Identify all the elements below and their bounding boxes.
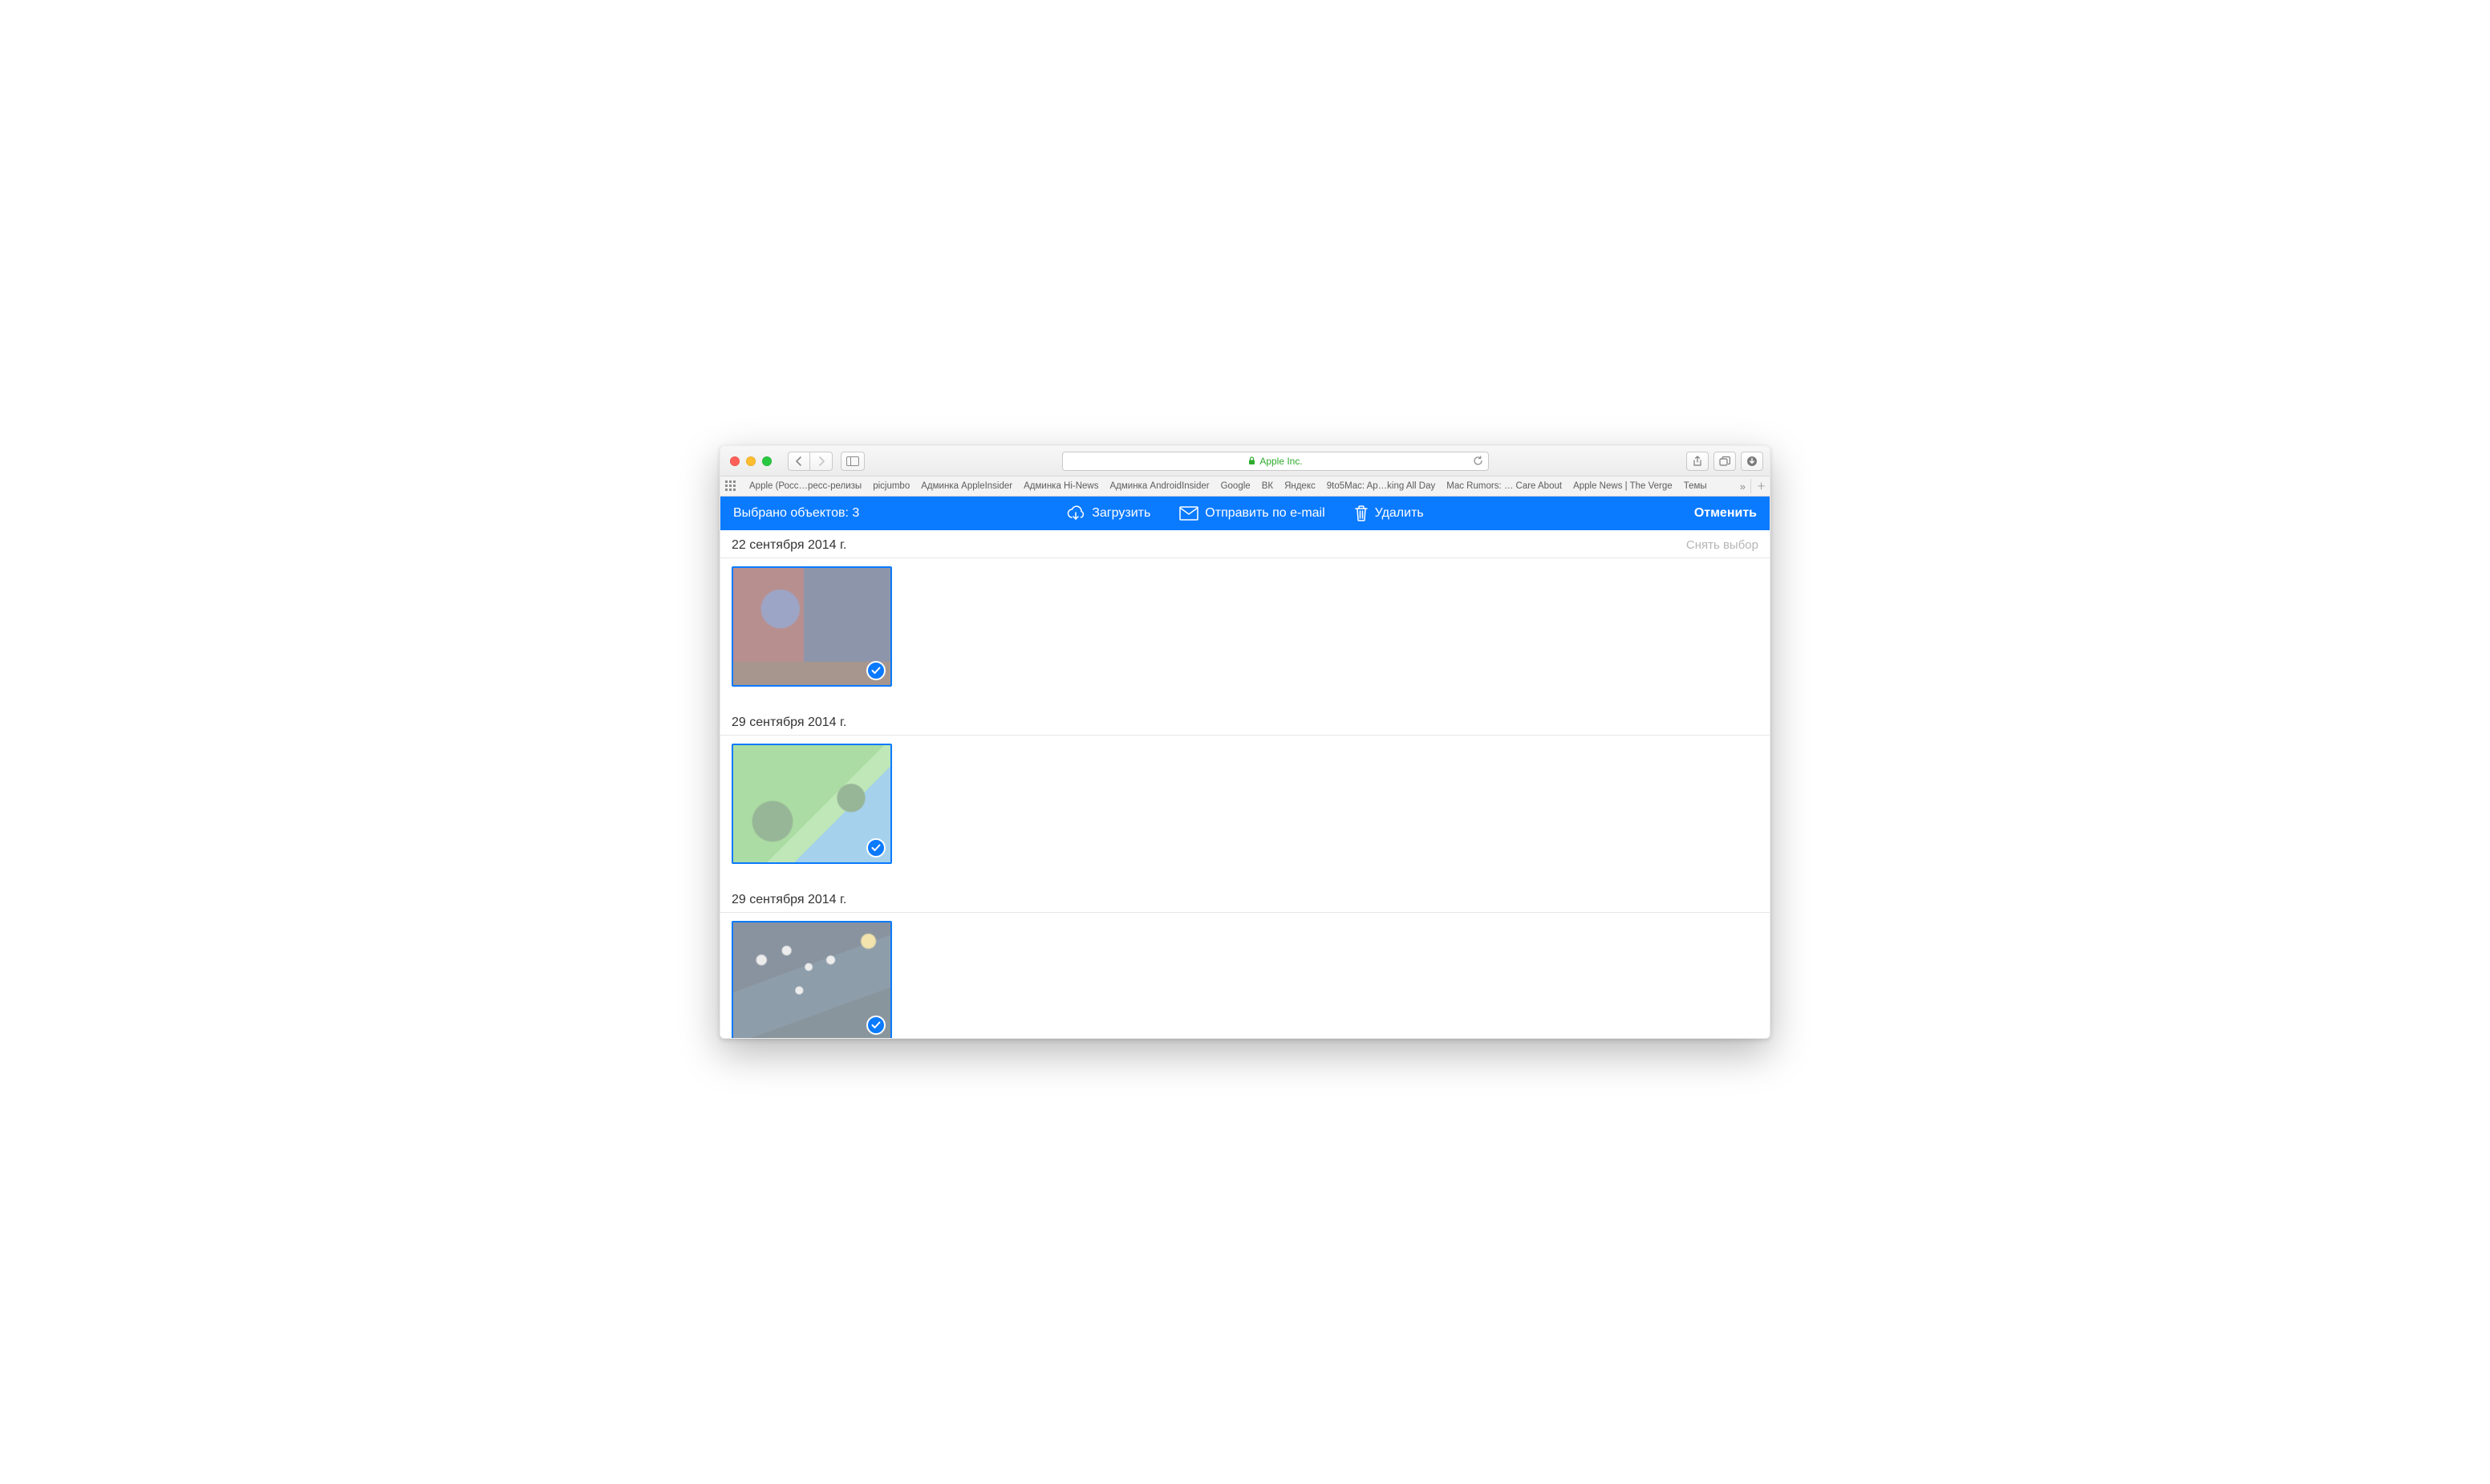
- photo-thumbnail[interactable]: [732, 744, 892, 864]
- photo-group: 22 сентября 2014 г. Снять выбор: [720, 530, 1770, 708]
- browser-window: Apple Inc.: [720, 445, 1770, 1039]
- share-button[interactable]: [1686, 452, 1709, 471]
- selected-check-icon: [866, 1016, 886, 1035]
- window-controls: [727, 456, 775, 466]
- favorite-link[interactable]: 9to5Mac: Ap…king All Day: [1327, 481, 1436, 491]
- group-date-label: 29 сентября 2014 г.: [732, 893, 846, 907]
- selected-check-icon: [866, 661, 886, 680]
- trash-icon: [1354, 505, 1369, 522]
- favorite-link[interactable]: picjumbo: [873, 481, 910, 491]
- address-bar-label: Apple Inc.: [1259, 456, 1302, 467]
- favorite-link[interactable]: ВК: [1262, 481, 1273, 491]
- email-button[interactable]: Отправить по e-mail: [1179, 505, 1324, 522]
- reload-icon[interactable]: [1473, 456, 1483, 466]
- selection-count-label: Выбрано объектов: 3: [733, 506, 859, 521]
- selection-toolbar: Выбрано объектов: 3 Загрузить: [720, 497, 1770, 530]
- minimize-window-button[interactable]: [746, 456, 756, 466]
- favorite-link[interactable]: Apple (Росс…ресс-релизы: [749, 481, 862, 491]
- photo-thumbnail[interactable]: [732, 921, 892, 1038]
- mail-icon: [1179, 506, 1198, 521]
- favorite-link[interactable]: Mac Rumors: … Care About: [1446, 481, 1562, 491]
- lock-icon: [1248, 456, 1255, 465]
- tabs-button[interactable]: [1713, 452, 1736, 471]
- cloud-download-icon: [1066, 505, 1085, 521]
- favorite-link[interactable]: Админка AppleInsider: [921, 481, 1012, 491]
- selected-check-icon: [866, 838, 886, 858]
- address-bar[interactable]: Apple Inc.: [1062, 452, 1489, 471]
- favorite-link[interactable]: Админка Hi-News: [1024, 481, 1098, 491]
- favorite-link[interactable]: Яндекс: [1284, 481, 1316, 491]
- favorite-link[interactable]: Темы: [1684, 481, 1707, 491]
- email-label: Отправить по e-mail: [1205, 506, 1324, 521]
- download-button[interactable]: Загрузить: [1066, 505, 1150, 522]
- delete-button[interactable]: Удалить: [1354, 505, 1424, 522]
- cancel-button[interactable]: Отменить: [1694, 506, 1757, 521]
- favorite-link[interactable]: Google: [1221, 481, 1251, 491]
- photo-thumbnail[interactable]: [732, 566, 892, 687]
- nav-buttons: [788, 452, 833, 471]
- downloads-button[interactable]: [1741, 452, 1763, 471]
- fullscreen-window-button[interactable]: [762, 456, 772, 466]
- titlebar: Apple Inc.: [720, 446, 1770, 476]
- sidebar-toggle-button[interactable]: [841, 452, 865, 471]
- back-button[interactable]: [788, 452, 810, 471]
- toolbar-right: [1686, 452, 1763, 471]
- group-date-label: 22 сентября 2014 г.: [732, 538, 846, 553]
- close-window-button[interactable]: [730, 456, 740, 466]
- photo-grid[interactable]: 22 сентября 2014 г. Снять выбор 29 сентя…: [720, 530, 1770, 1038]
- favorites-bar: Apple (Росс…ресс-релизы picjumbo Админка…: [720, 476, 1770, 497]
- delete-label: Удалить: [1375, 506, 1424, 521]
- show-all-bookmarks-icon[interactable]: [725, 480, 736, 492]
- group-date-label: 29 сентября 2014 г.: [732, 716, 846, 730]
- favorites-overflow-icon[interactable]: »: [1740, 480, 1746, 493]
- photo-group: 29 сентября 2014 г.: [720, 708, 1770, 885]
- photo-group: 29 сентября 2014 г.: [720, 885, 1770, 1038]
- favorite-link[interactable]: Админка AndroidInsider: [1110, 481, 1210, 491]
- deselect-group-button[interactable]: Снять выбор: [1686, 538, 1758, 552]
- download-label: Загрузить: [1092, 506, 1150, 521]
- forward-button[interactable]: [810, 452, 833, 471]
- favorite-link[interactable]: Apple News | The Verge: [1573, 481, 1673, 491]
- new-tab-button[interactable]: ＋: [1750, 479, 1765, 493]
